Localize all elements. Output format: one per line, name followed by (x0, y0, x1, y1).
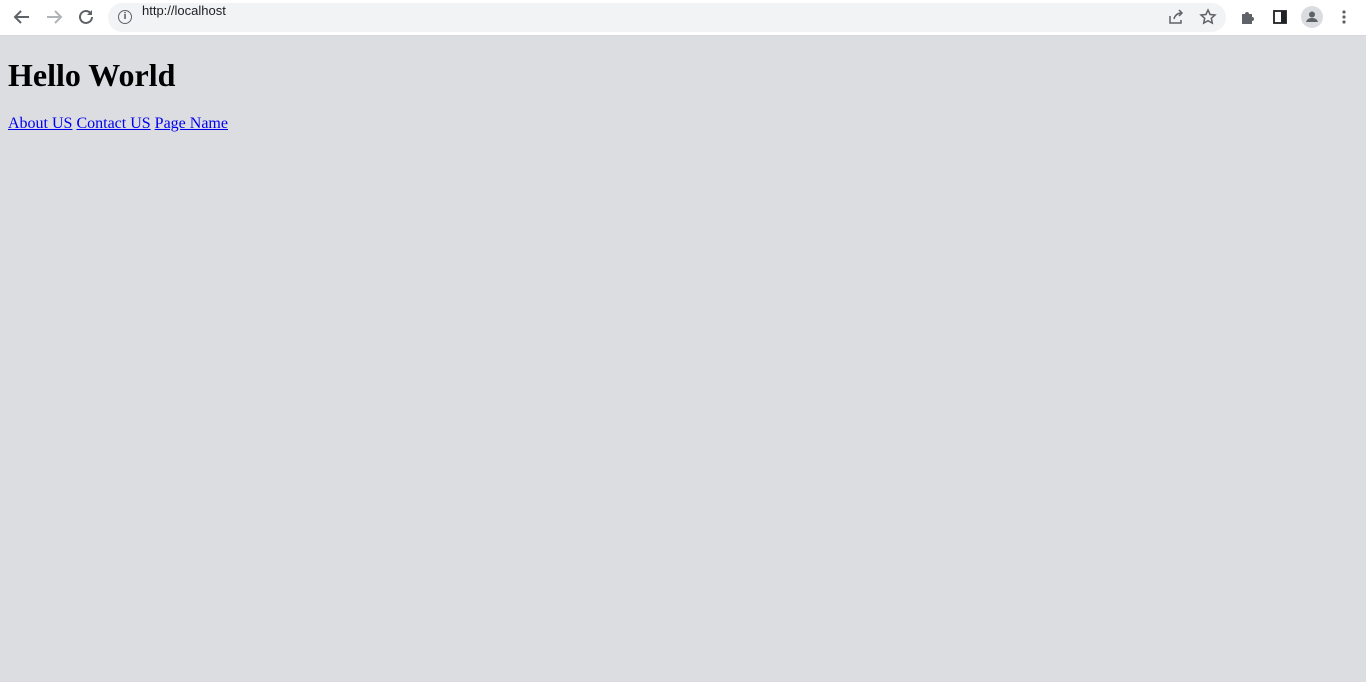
side-panel-icon[interactable] (1268, 5, 1292, 29)
link-contact-us[interactable]: Contact US (76, 115, 150, 132)
extensions-icon[interactable] (1236, 5, 1260, 29)
page-heading: Hello World (8, 57, 176, 93)
star-icon[interactable] (1196, 5, 1220, 29)
url-text[interactable]: http://localhost (142, 3, 226, 18)
nav-links: About US Contact US Page Name (8, 115, 228, 133)
address-bar[interactable]: i http://localhost (108, 3, 1226, 32)
forward-icon[interactable] (42, 5, 66, 29)
profile-icon[interactable] (1300, 5, 1324, 29)
menu-icon[interactable] (1332, 5, 1356, 29)
share-icon[interactable] (1164, 5, 1188, 29)
link-about-us[interactable]: About US (8, 115, 72, 132)
info-icon[interactable]: i (118, 10, 132, 24)
back-icon[interactable] (10, 5, 34, 29)
reload-icon[interactable] (74, 5, 98, 29)
link-page-name[interactable]: Page Name (155, 115, 228, 132)
browser-toolbar: i http://localhost (0, 0, 1366, 36)
page-content: Hello World About US Contact US Page Nam… (8, 36, 228, 133)
